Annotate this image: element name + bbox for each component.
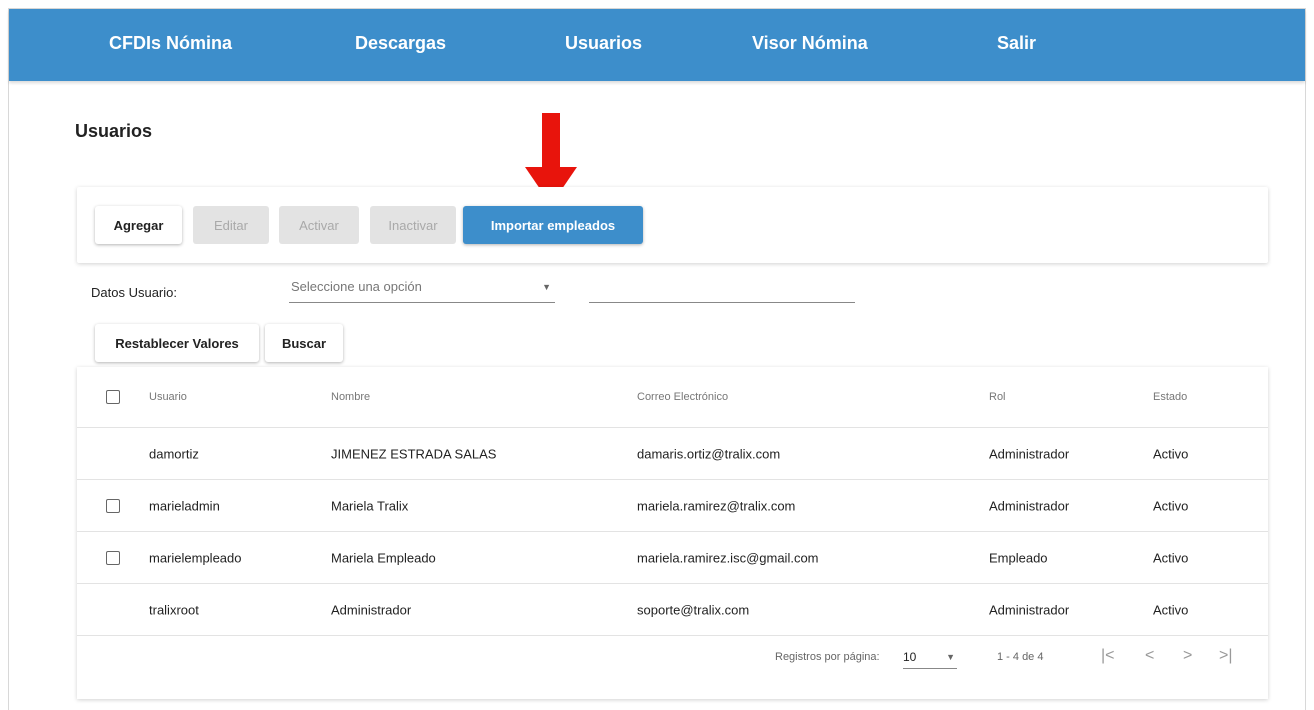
cell-name: Mariela Empleado bbox=[331, 550, 436, 565]
previous-page-icon[interactable]: < bbox=[1145, 647, 1154, 665]
cell-status: Activo bbox=[1153, 446, 1189, 461]
nav-item-cfdis-nomina[interactable]: CFDIs Nómina bbox=[109, 33, 232, 54]
cell-status: Activo bbox=[1153, 602, 1189, 617]
table-row[interactable]: marieladmin Mariela Tralix mariela.ramir… bbox=[77, 480, 1268, 532]
cell-email: damaris.ortiz@tralix.com bbox=[637, 446, 781, 461]
header-status[interactable]: Estado bbox=[1153, 391, 1187, 403]
activate-button[interactable]: Activar bbox=[279, 206, 359, 244]
page-size-value: 10 bbox=[903, 650, 917, 664]
page-size-label: Registros por página: bbox=[775, 651, 880, 663]
filter-label: Datos Usuario: bbox=[91, 285, 177, 300]
search-value-input[interactable] bbox=[589, 277, 855, 303]
table-row[interactable]: tralixroot Administrador soporte@tralix.… bbox=[77, 584, 1268, 636]
deactivate-button[interactable]: Inactivar bbox=[370, 206, 456, 244]
select-all-checkbox[interactable] bbox=[106, 390, 120, 404]
toolbar-card: Agregar Editar Activar Inactivar Importa… bbox=[77, 187, 1268, 263]
table-header-row: Usuario Nombre Correo Electrónico Rol Es… bbox=[77, 367, 1268, 428]
header-role[interactable]: Rol bbox=[989, 391, 1006, 403]
nav-item-usuarios[interactable]: Usuarios bbox=[565, 33, 642, 54]
chevron-down-icon: ▼ bbox=[542, 282, 551, 292]
user-data-select[interactable]: Seleccione una opción ▼ bbox=[289, 277, 555, 303]
cell-role: Administrador bbox=[989, 446, 1070, 461]
app-window: CFDIs Nómina Descargas Usuarios Visor Nó… bbox=[8, 8, 1306, 710]
header-name[interactable]: Nombre bbox=[331, 391, 370, 403]
cell-role: Empleado bbox=[989, 550, 1048, 565]
header-email[interactable]: Correo Electrónico bbox=[637, 391, 728, 403]
cell-email: soporte@tralix.com bbox=[637, 602, 750, 617]
cell-role: Administrador bbox=[989, 602, 1070, 617]
reset-values-button[interactable]: Restablecer Valores bbox=[95, 324, 259, 362]
cell-user: damortiz bbox=[149, 446, 199, 461]
page-range-label: 1 - 4 de 4 bbox=[997, 651, 1044, 663]
nav-item-descargas[interactable]: Descargas bbox=[355, 33, 446, 54]
cell-status: Activo bbox=[1153, 550, 1189, 565]
cell-user: marielempleado bbox=[149, 550, 242, 565]
page-size-select[interactable]: 10 ▼ bbox=[903, 647, 957, 669]
cell-status: Activo bbox=[1153, 498, 1189, 513]
table-row[interactable]: damortiz JIMENEZ ESTRADA SALAS damaris.o… bbox=[77, 428, 1268, 480]
select-placeholder: Seleccione una opción bbox=[291, 279, 422, 294]
table-row[interactable]: marielempleado Mariela Empleado mariela.… bbox=[77, 532, 1268, 584]
search-button[interactable]: Buscar bbox=[265, 324, 343, 362]
users-table: Usuario Nombre Correo Electrónico Rol Es… bbox=[77, 367, 1268, 699]
row-checkbox[interactable] bbox=[106, 550, 120, 565]
cell-email: mariela.ramirez.isc@gmail.com bbox=[637, 550, 819, 565]
edit-button[interactable]: Editar bbox=[193, 206, 269, 244]
add-button[interactable]: Agregar bbox=[95, 206, 182, 244]
chevron-down-icon: ▼ bbox=[946, 652, 955, 662]
cell-role: Administrador bbox=[989, 498, 1070, 513]
next-page-icon[interactable]: > bbox=[1183, 647, 1192, 665]
cell-name: Mariela Tralix bbox=[331, 498, 409, 513]
last-page-icon[interactable]: >| bbox=[1219, 647, 1233, 665]
paginator: Registros por página: 10 ▼ 1 - 4 de 4 |<… bbox=[77, 639, 1268, 679]
cell-user: marieladmin bbox=[149, 498, 220, 513]
nav-item-visor-nomina[interactable]: Visor Nómina bbox=[752, 33, 868, 54]
cell-email: mariela.ramirez@tralix.com bbox=[637, 498, 796, 513]
row-checkbox[interactable] bbox=[106, 498, 120, 513]
first-page-icon[interactable]: |< bbox=[1101, 647, 1115, 665]
page-title: Usuarios bbox=[75, 121, 153, 141]
top-navigation-bar: CFDIs Nómina Descargas Usuarios Visor Nó… bbox=[9, 9, 1305, 81]
cell-name: JIMENEZ ESTRADA SALAS bbox=[331, 446, 497, 461]
header-user[interactable]: Usuario bbox=[149, 391, 187, 403]
cell-user: tralixroot bbox=[149, 602, 199, 617]
import-employees-button[interactable]: Importar empleados bbox=[463, 206, 643, 244]
cell-name: Administrador bbox=[331, 602, 412, 617]
nav-item-salir[interactable]: Salir bbox=[997, 33, 1036, 54]
